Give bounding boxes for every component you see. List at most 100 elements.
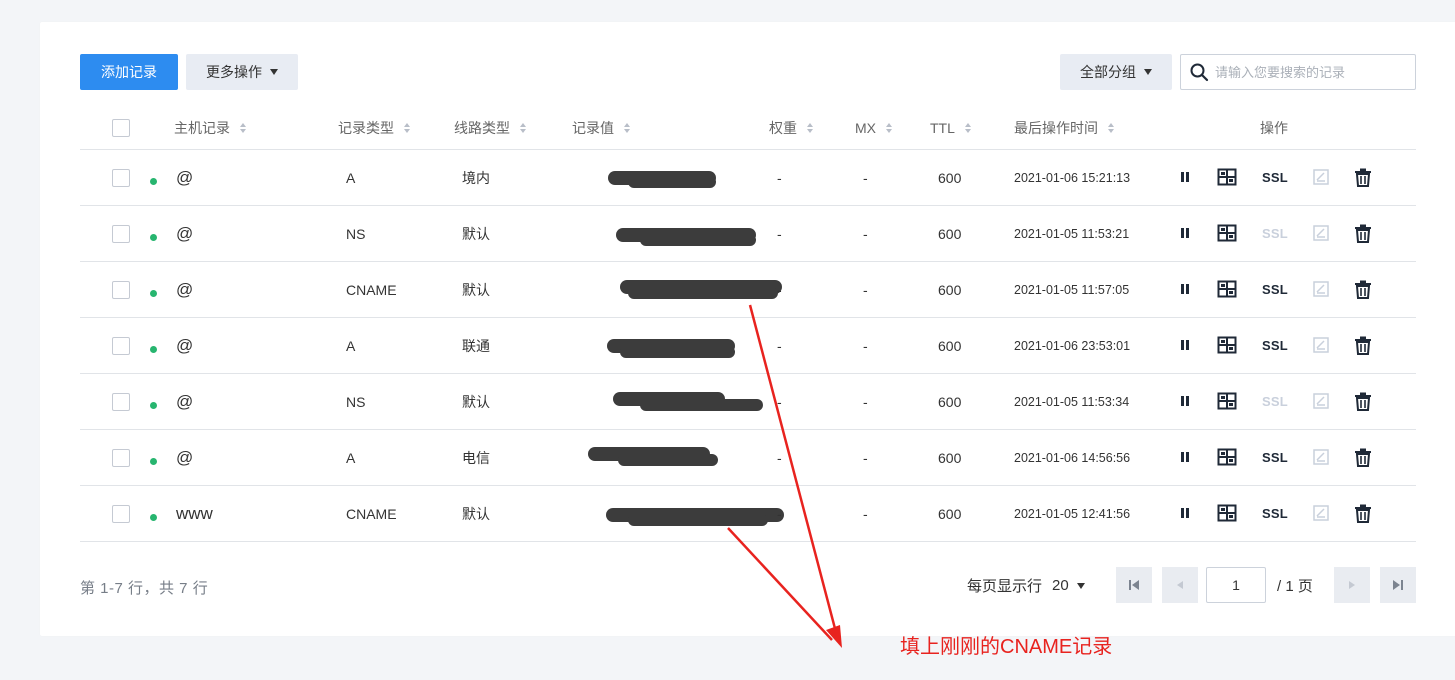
select-all-checkbox[interactable]	[112, 119, 130, 137]
prev-page-button[interactable]	[1162, 567, 1198, 603]
delete-button[interactable]	[1352, 166, 1374, 188]
pause-button[interactable]	[1174, 446, 1196, 468]
column-host[interactable]: 主机记录	[174, 106, 246, 150]
add-record-button[interactable]: 添加记录	[80, 54, 178, 90]
row-checkbox[interactable]	[112, 505, 130, 523]
column-weight[interactable]: 权重	[769, 106, 813, 150]
column-type[interactable]: 记录类型	[338, 106, 410, 150]
host-cell: @	[176, 224, 194, 243]
time-cell: 2021-01-05 11:57:05	[1014, 283, 1130, 297]
load-balance-button[interactable]	[1216, 390, 1238, 412]
weight-cell: -	[777, 282, 782, 298]
ssl-button[interactable]: SSL	[1258, 502, 1292, 524]
load-balance-icon	[1217, 392, 1237, 410]
group-filter-button[interactable]: 全部分组	[1060, 54, 1172, 90]
pause-icon	[1181, 228, 1189, 238]
row-checkbox[interactable]	[112, 393, 130, 411]
column-ttl[interactable]: TTL	[930, 106, 971, 150]
ssl-label: SSL	[1262, 505, 1288, 521]
time-cell: 2021-01-05 11:53:34	[1014, 395, 1130, 409]
ssl-button[interactable]: SSL	[1258, 390, 1292, 412]
group-filter-label: 全部分组	[1080, 64, 1136, 80]
load-balance-button[interactable]	[1216, 446, 1238, 468]
pause-button[interactable]	[1174, 278, 1196, 300]
table-row: @ NS 默认 - - 600 2021-01-05 11:53:34 SSL	[80, 374, 1416, 430]
table-row: @ A 联通 - - 600 2021-01-06 23:53:01 SSL	[80, 318, 1416, 374]
type-cell: A	[346, 450, 356, 466]
ttl-cell: 600	[938, 338, 962, 354]
pause-button[interactable]	[1174, 334, 1196, 356]
load-balance-button[interactable]	[1216, 278, 1238, 300]
row-checkbox[interactable]	[112, 225, 130, 243]
mx-cell: -	[863, 170, 868, 186]
caret-down-icon	[270, 69, 278, 75]
delete-button[interactable]	[1352, 334, 1374, 356]
column-type-label: 记录类型	[338, 120, 394, 136]
trash-icon	[1355, 280, 1371, 299]
mx-cell: -	[863, 394, 868, 410]
edit-note-icon	[1313, 281, 1329, 297]
ttl-cell: 600	[938, 170, 962, 186]
pause-button[interactable]	[1174, 390, 1196, 412]
first-page-icon	[1129, 580, 1139, 590]
delete-button[interactable]	[1352, 446, 1374, 468]
type-cell: A	[346, 338, 356, 354]
column-line[interactable]: 线路类型	[454, 106, 526, 150]
load-balance-button[interactable]	[1216, 222, 1238, 244]
ssl-button[interactable]: SSL	[1258, 222, 1292, 244]
column-time[interactable]: 最后操作时间	[1014, 106, 1114, 150]
edit-note-icon	[1313, 337, 1329, 353]
sort-icon	[1108, 123, 1114, 133]
more-actions-button[interactable]: 更多操作	[186, 54, 298, 90]
row-checkbox[interactable]	[112, 449, 130, 467]
remark-button[interactable]	[1310, 390, 1332, 412]
column-value[interactable]: 记录值	[572, 106, 630, 150]
remark-button[interactable]	[1310, 166, 1332, 188]
pause-button[interactable]	[1174, 222, 1196, 244]
first-page-button[interactable]	[1116, 567, 1152, 603]
ssl-button[interactable]: SSL	[1258, 334, 1292, 356]
type-cell: CNAME	[346, 506, 397, 522]
column-ops-label: 操作	[1260, 120, 1288, 136]
remark-button[interactable]	[1310, 446, 1332, 468]
load-balance-icon	[1217, 448, 1237, 466]
delete-button[interactable]	[1352, 502, 1374, 524]
redacted-value	[628, 176, 716, 188]
redacted-value	[628, 514, 768, 526]
remark-button[interactable]	[1310, 222, 1332, 244]
page-number-input[interactable]	[1206, 567, 1266, 603]
edit-note-icon	[1313, 225, 1329, 241]
ssl-button[interactable]: SSL	[1258, 166, 1292, 188]
next-page-button[interactable]	[1334, 567, 1370, 603]
pause-button[interactable]	[1174, 502, 1196, 524]
load-balance-button[interactable]	[1216, 502, 1238, 524]
row-checkbox[interactable]	[112, 281, 130, 299]
pause-icon	[1181, 508, 1189, 518]
weight-cell: -	[777, 338, 782, 354]
ssl-button[interactable]: SSL	[1258, 278, 1292, 300]
column-mx-label: MX	[855, 120, 876, 136]
mx-cell: -	[863, 282, 868, 298]
delete-button[interactable]	[1352, 222, 1374, 244]
column-mx[interactable]: MX	[855, 106, 892, 150]
edit-note-icon	[1313, 505, 1329, 521]
status-dot	[150, 513, 157, 521]
load-balance-button[interactable]	[1216, 334, 1238, 356]
remark-button[interactable]	[1310, 502, 1332, 524]
delete-button[interactable]	[1352, 278, 1374, 300]
per-page-select[interactable]: 每页显示行 20	[967, 575, 1085, 596]
row-checkbox[interactable]	[112, 337, 130, 355]
search-input[interactable]	[1215, 64, 1405, 80]
pause-button[interactable]	[1174, 166, 1196, 188]
row-checkbox[interactable]	[112, 169, 130, 187]
last-page-button[interactable]	[1380, 567, 1416, 603]
remark-button[interactable]	[1310, 278, 1332, 300]
table-row: @ CNAME 默认 - - 600 2021-01-05 11:57:05 SSL	[80, 262, 1416, 318]
load-balance-button[interactable]	[1216, 166, 1238, 188]
remark-button[interactable]	[1310, 334, 1332, 356]
ssl-button[interactable]: SSL	[1258, 446, 1292, 468]
edit-note-icon	[1313, 393, 1329, 409]
load-balance-icon	[1217, 280, 1237, 298]
delete-button[interactable]	[1352, 390, 1374, 412]
column-line-label: 线路类型	[454, 120, 510, 136]
